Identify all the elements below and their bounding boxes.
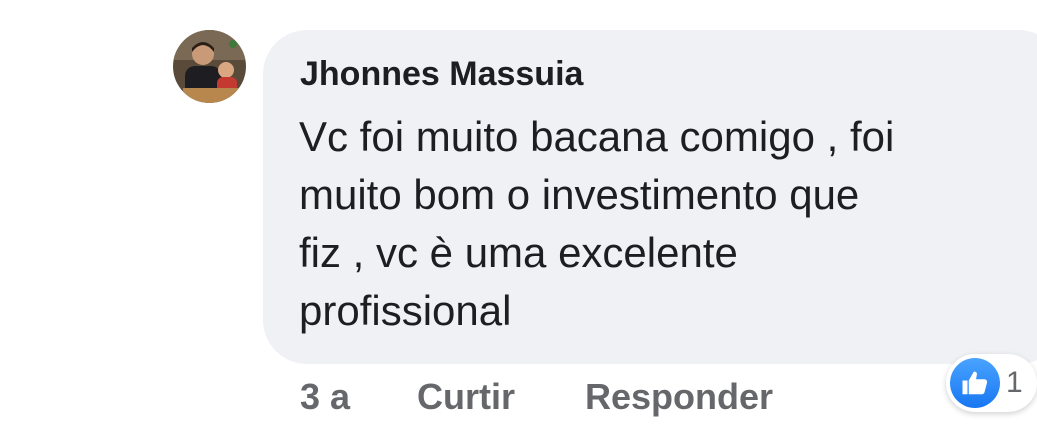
thumbs-up-icon (962, 371, 988, 395)
like-button[interactable]: Curtir (417, 376, 515, 418)
comment-text-line: Vc foi muito bacana comigo , foi (299, 113, 895, 160)
comment-timestamp[interactable]: 3 a (300, 376, 350, 418)
comment-text-line: fiz , vc è uma excelente (299, 229, 738, 276)
reaction-summary[interactable]: 1 (946, 354, 1037, 412)
comment-author-name[interactable]: Jhonnes Massuia (300, 55, 583, 94)
comment-text-line: muito bom o investimento que (299, 171, 860, 218)
reaction-count: 1 (1006, 366, 1023, 399)
avatar-photo (173, 30, 246, 103)
reply-button[interactable]: Responder (585, 376, 773, 418)
comment-text-line: profissional (299, 287, 512, 334)
comment-text: Vc foi muito bacana comigo , foi muito b… (299, 108, 1009, 340)
author-avatar[interactable] (173, 30, 246, 103)
like-icon (950, 358, 1000, 408)
